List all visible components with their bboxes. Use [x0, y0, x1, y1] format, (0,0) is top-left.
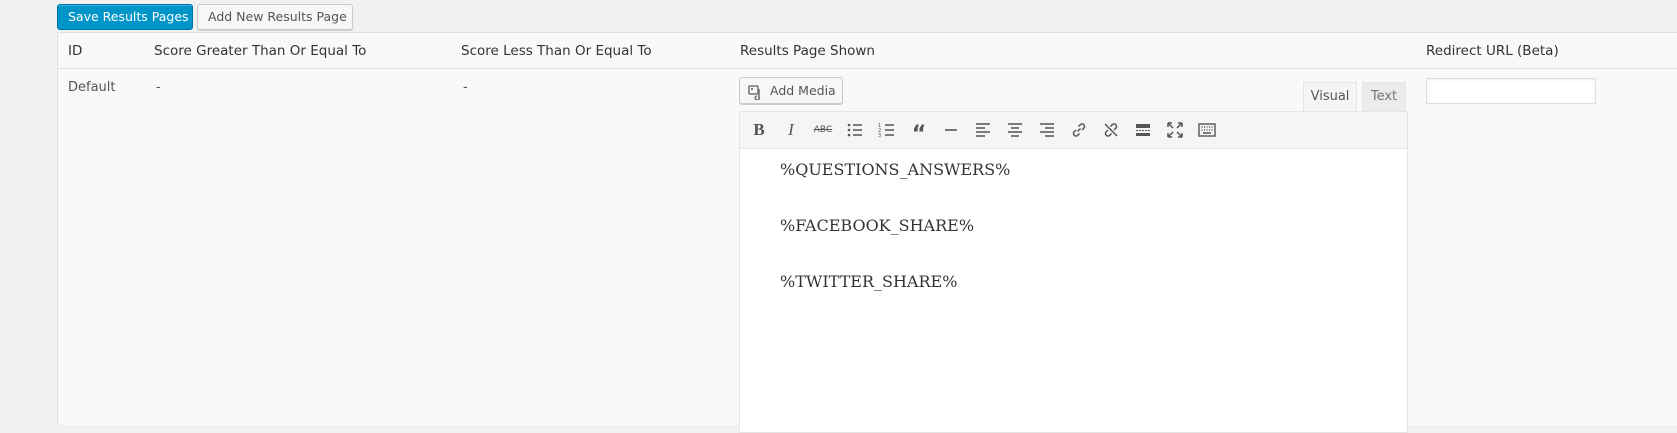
align-right-icon[interactable]: [1034, 117, 1060, 143]
tab-visual[interactable]: Visual: [1303, 82, 1357, 111]
content-line: %TWITTER_SHARE%: [780, 272, 958, 291]
header-redirect-url: Redirect URL (Beta): [1426, 43, 1559, 59]
add-new-results-page-button[interactable]: Add New Results Page: [197, 4, 353, 30]
header-score-lte: Score Less Than Or Equal To: [461, 43, 652, 59]
row-score-lte: -: [463, 80, 468, 95]
remove-link-icon[interactable]: [1098, 117, 1124, 143]
results-page-editor[interactable]: B I ABC 123 “ %QUESTIONS_ANSWERS% %FACEB…: [739, 111, 1408, 433]
numbered-list-icon[interactable]: 123: [874, 117, 900, 143]
toolbar-toggle-icon[interactable]: [1194, 117, 1220, 143]
content-line: %QUESTIONS_ANSWERS%: [780, 160, 1011, 179]
content-line: %FACEBOOK_SHARE%: [780, 216, 975, 235]
add-media-button[interactable]: Add Media: [739, 77, 843, 104]
insert-link-icon[interactable]: [1066, 117, 1092, 143]
tab-text[interactable]: Text: [1362, 82, 1406, 111]
svg-text:3: 3: [878, 133, 881, 139]
add-media-icon: [748, 83, 764, 101]
header-id: ID: [68, 43, 83, 59]
header-results-page: Results Page Shown: [740, 43, 875, 59]
editor-content[interactable]: %QUESTIONS_ANSWERS% %FACEBOOK_SHARE% %TW…: [780, 160, 1010, 328]
header-score-gte: Score Greater Than Or Equal To: [154, 43, 367, 59]
row-id: Default: [68, 80, 116, 95]
fullscreen-icon[interactable]: [1162, 117, 1188, 143]
horizontal-rule-icon[interactable]: [938, 117, 964, 143]
bold-icon[interactable]: B: [746, 117, 772, 143]
redirect-url-input[interactable]: [1426, 78, 1596, 104]
align-left-icon[interactable]: [970, 117, 996, 143]
blockquote-icon[interactable]: “: [906, 117, 932, 146]
read-more-icon[interactable]: [1130, 117, 1156, 143]
row-score-gte: -: [156, 80, 161, 95]
table-header: ID Score Greater Than Or Equal To Score …: [58, 33, 1677, 69]
align-center-icon[interactable]: [1002, 117, 1028, 143]
italic-icon[interactable]: I: [778, 117, 804, 143]
strikethrough-icon[interactable]: ABC: [810, 117, 836, 143]
editor-toolbar: B I ABC 123 “: [740, 112, 1407, 149]
save-results-pages-button[interactable]: Save Results Pages: [57, 4, 193, 30]
add-media-label: Add Media: [770, 83, 836, 98]
bullet-list-icon[interactable]: [842, 117, 868, 143]
